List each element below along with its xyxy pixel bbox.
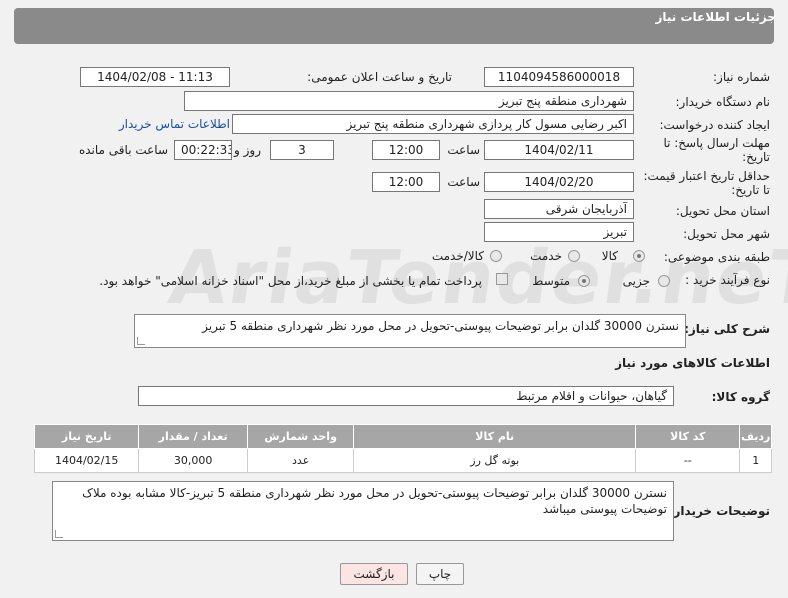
remaining-time-label: ساعت باقی مانده	[78, 143, 168, 157]
table-header-row: ردیف کد کالا نام کالا واحد شمارش تعداد /…	[33, 424, 772, 449]
category-radio-goods-service[interactable]	[490, 250, 502, 262]
price-validity-label-line2: تا تاریخ:	[731, 183, 770, 197]
purchase-type-option-minor: جزیی	[622, 274, 650, 288]
requester-field: اکبر رضایی مسول کار پردازی شهرداری منطقه…	[232, 114, 634, 134]
print-button[interactable]: چاپ	[416, 563, 464, 585]
province-label: استان محل تحویل:	[675, 204, 770, 218]
category-label: طبقه بندی موضوعی:	[663, 250, 770, 264]
category-radio-service[interactable]	[568, 250, 580, 262]
cell-unit: عدد	[246, 448, 355, 473]
buyer-notes-textarea: نسترن 30000 گلدان برابر توضیحات پیوستی-ت…	[52, 481, 674, 541]
goods-group-field: گیاهان، حیوانات و اقلام مرتبط	[138, 386, 674, 406]
category-option-goods-service: کالا/خدمت	[431, 249, 484, 263]
description-textarea: نسترن 30000 گلدان برابر توضیحات پیوستی-ت…	[134, 314, 686, 348]
reply-deadline-label-line2: تاریخ:	[742, 150, 770, 164]
reply-date-field: 1404/02/11	[484, 140, 634, 160]
table-row: 1 -- بوته گل رز عدد 30,000 1404/02/15	[33, 448, 772, 473]
treasury-payment-note: پرداخت تمام یا بخشی از مبلغ خرید،از محل …	[99, 274, 482, 288]
purchase-type-radio-medium[interactable]	[578, 275, 590, 287]
price-validity-label: حداقل تاریخ اعتبار قیمت:	[643, 169, 770, 183]
col-header-unit: واحد شمارش	[246, 424, 355, 449]
col-header-need-date: تاریخ نیاز	[33, 424, 140, 449]
description-label: شرح کلی نیاز:	[684, 322, 770, 336]
price-time-label: ساعت	[447, 175, 480, 189]
buyer-notes-label: توضیحات خریدار:	[668, 504, 770, 518]
cell-goods-code: --	[635, 448, 741, 473]
cell-quantity: 30,000	[138, 448, 248, 473]
city-field: تبریز	[484, 222, 634, 242]
purchase-type-label: نوع فرآیند خرید :	[685, 273, 770, 287]
purchase-type-radio-minor[interactable]	[658, 275, 670, 287]
back-button[interactable]: بازگشت	[340, 563, 408, 585]
cell-row-number: 1	[739, 448, 772, 473]
announce-datetime-field: 1404/02/08 - 11:13	[80, 67, 230, 87]
reply-deadline-label: مهلت ارسال پاسخ: تا	[663, 136, 770, 150]
col-header-quantity: تعداد / مقدار	[138, 424, 248, 449]
requester-label: ایجاد کننده درخواست:	[659, 118, 770, 132]
reply-time-label: ساعت	[447, 143, 480, 157]
goods-section-title: اطلاعات کالاهای مورد نیاز	[615, 356, 770, 370]
col-header-row-number: ردیف	[739, 424, 772, 449]
remaining-days-field: 3	[270, 140, 334, 160]
buyer-org-label: نام دستگاه خریدار:	[675, 95, 771, 109]
cell-goods-name: بوته گل رز	[353, 448, 637, 473]
buyer-contact-link[interactable]: اطلاعات تماس خریدار	[119, 117, 230, 131]
price-time-field: 12:00	[372, 172, 440, 192]
category-option-goods: کالا	[601, 249, 618, 263]
goods-group-label: گروه کالا:	[711, 390, 770, 404]
description-text: نسترن 30000 گلدان برابر توضیحات پیوستی-ت…	[202, 319, 679, 333]
city-label: شهر محل تحویل:	[683, 227, 770, 241]
remaining-time-field: 00:22:33	[174, 140, 232, 160]
resize-grip-icon	[137, 337, 145, 345]
announce-datetime-label: تاریخ و ساعت اعلان عمومی:	[307, 70, 452, 84]
price-date-field: 1404/02/20	[484, 172, 634, 192]
category-option-service: خدمت	[530, 249, 562, 263]
treasury-payment-checkbox[interactable]	[496, 273, 508, 285]
resize-grip-icon	[55, 530, 63, 538]
province-field: آذربایجان شرقی	[484, 199, 634, 219]
goods-table: ردیف کد کالا نام کالا واحد شمارش تعداد /…	[33, 424, 772, 473]
purchase-type-option-medium: متوسط	[532, 274, 570, 288]
page-title: جزئیات اطلاعات نیاز	[655, 10, 776, 24]
need-number-field: 1104094586000018	[484, 67, 634, 87]
col-header-goods-name: نام کالا	[353, 424, 637, 449]
cell-need-date: 1404/02/15	[33, 448, 140, 473]
reply-time-field: 12:00	[372, 140, 440, 160]
buyer-notes-text: نسترن 30000 گلدان برابر توضیحات پیوستی-ت…	[82, 486, 667, 516]
col-header-goods-code: کد کالا	[635, 424, 741, 449]
category-radio-goods[interactable]	[633, 250, 645, 262]
buyer-org-field: شهرداری منطقه پنج تبریز	[184, 91, 634, 111]
days-label: روز و	[234, 143, 261, 157]
need-number-label: شماره نیاز:	[713, 70, 770, 84]
